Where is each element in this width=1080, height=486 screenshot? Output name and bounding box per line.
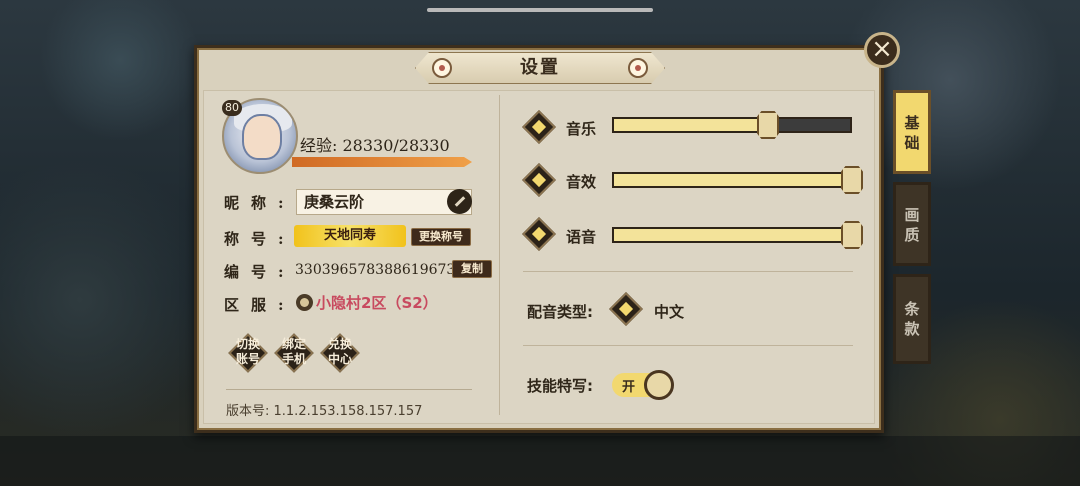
sfx-slider[interactable] xyxy=(612,172,852,188)
background-bottom-strip xyxy=(0,436,1080,486)
audio-divider-1 xyxy=(523,271,853,272)
column-divider xyxy=(499,95,500,415)
version-text: 版本号: 1.1.2.153.158.157.157 xyxy=(226,404,423,419)
copy-id-button[interactable]: 复制 xyxy=(452,260,492,278)
bind-phone-text: 绑定 手机 xyxy=(274,333,314,373)
level-badge: 80 xyxy=(222,100,242,116)
exp-bar xyxy=(292,157,472,167)
tab-basic[interactable]: 基 础 xyxy=(893,90,931,174)
switch-account-button[interactable]: 切换 账号 xyxy=(228,333,268,373)
sfx-slider-handle[interactable] xyxy=(841,166,863,194)
dub-type-value: 中文 xyxy=(654,303,685,321)
nickname-value: 庚桑云阶 xyxy=(304,193,365,211)
id-label: 编号: xyxy=(224,263,296,281)
change-title-button[interactable]: 更换称号 xyxy=(411,228,471,246)
server-icon xyxy=(296,294,313,311)
avatar-face xyxy=(242,114,282,160)
redeem-center-line2: 中心 xyxy=(327,352,352,366)
title-label: 称号: xyxy=(224,230,296,248)
switch-account-line1: 切换 xyxy=(235,337,260,351)
audio-divider-2 xyxy=(523,345,853,346)
skill-closeup-toggle-label: 开 xyxy=(622,380,636,395)
exp-text: 经验: 28330/28330 xyxy=(300,136,450,155)
tab-terms-label-2: 款 xyxy=(904,320,920,338)
bind-phone-button[interactable]: 绑定 手机 xyxy=(274,333,314,373)
voice-icon xyxy=(522,217,556,251)
music-slider[interactable] xyxy=(612,117,852,133)
sfx-slider-fill xyxy=(614,174,850,186)
music-icon xyxy=(522,110,556,144)
redeem-center-button[interactable]: 兑换 中心 xyxy=(320,333,360,373)
skill-closeup-toggle-knob[interactable] xyxy=(644,370,674,400)
server-label: 区服: xyxy=(224,296,296,314)
tab-terms[interactable]: 条 款 xyxy=(893,274,931,364)
nickname-label: 昵称: xyxy=(224,194,296,212)
voice-slider[interactable] xyxy=(612,227,852,243)
exp-bar-fill xyxy=(292,157,472,167)
tab-graphics[interactable]: 画 质 xyxy=(893,182,931,266)
dialog-title: 设置 xyxy=(520,57,560,78)
edit-nickname-icon[interactable] xyxy=(447,189,472,214)
sfx-label: 音效 xyxy=(566,173,597,191)
voice-slider-fill xyxy=(614,229,850,241)
music-label: 音乐 xyxy=(566,120,597,138)
bind-phone-line1: 绑定 xyxy=(281,337,306,351)
left-divider xyxy=(226,389,472,390)
sfx-icon xyxy=(522,163,556,197)
tab-terms-label-1: 条 xyxy=(904,300,920,318)
top-drag-handle[interactable] xyxy=(427,8,653,12)
voice-label: 语音 xyxy=(566,228,597,246)
tab-basic-label-1: 基 xyxy=(904,114,920,132)
tab-basic-label-2: 础 xyxy=(904,134,920,152)
dub-type-label: 配音类型: xyxy=(527,303,593,321)
bind-phone-line2: 手机 xyxy=(281,352,306,366)
skill-closeup-label: 技能特写: xyxy=(527,377,593,395)
tab-graphics-label-2: 质 xyxy=(904,226,920,244)
switch-account-line2: 账号 xyxy=(235,352,260,366)
id-value: 3303965783886196736 xyxy=(295,262,465,278)
dub-type-selector-icon[interactable] xyxy=(609,292,643,326)
title-badge: 天地同寿 xyxy=(294,225,406,247)
music-slider-fill xyxy=(614,119,768,131)
redeem-center-text: 兑换 中心 xyxy=(320,333,360,373)
tab-graphics-label-1: 画 xyxy=(904,206,920,224)
switch-account-text: 切换 账号 xyxy=(228,333,268,373)
server-value: 小隐村2区（S2） xyxy=(316,294,438,312)
close-button[interactable]: × xyxy=(864,32,900,68)
redeem-center-line1: 兑换 xyxy=(327,337,352,351)
voice-slider-handle[interactable] xyxy=(841,221,863,249)
music-slider-handle[interactable] xyxy=(757,111,779,139)
